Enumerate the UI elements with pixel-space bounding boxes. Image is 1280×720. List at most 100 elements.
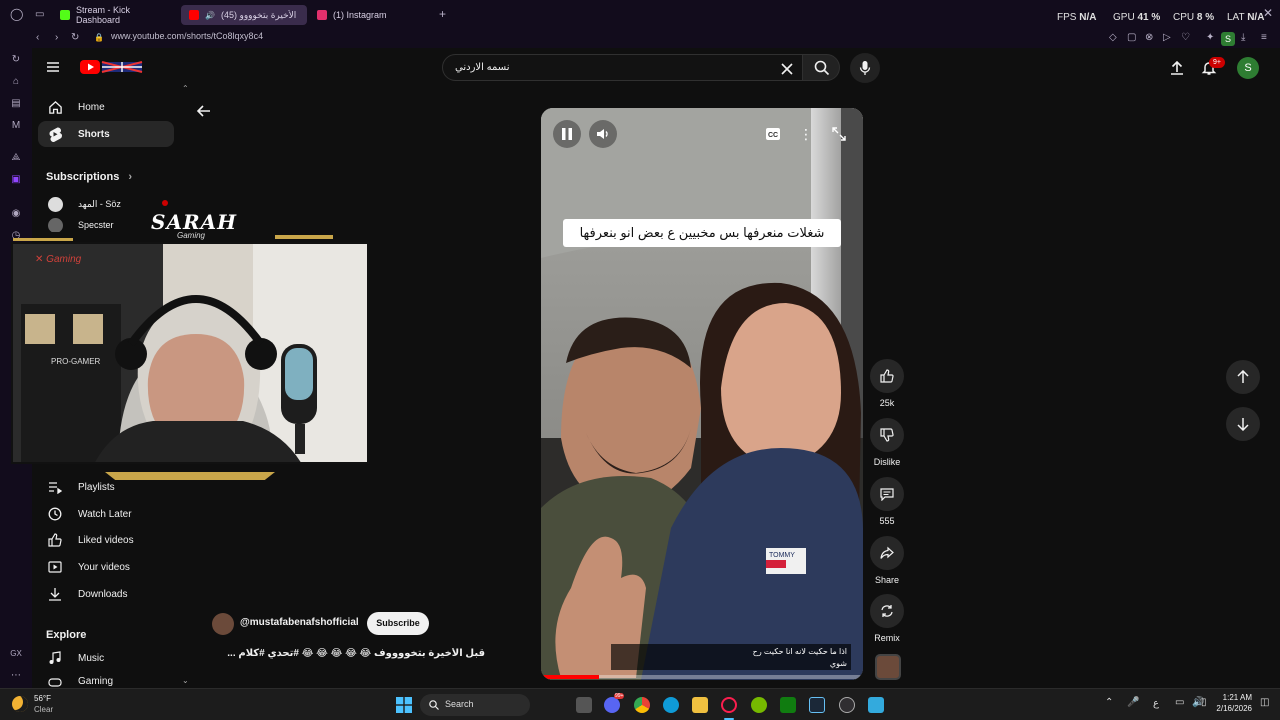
pinboard-icon[interactable]: ▤ xyxy=(10,98,22,110)
next-short-button[interactable] xyxy=(1226,407,1260,441)
m-icon[interactable]: M xyxy=(10,120,22,132)
new-tab-icon[interactable]: + xyxy=(439,8,446,20)
back-arrow-icon[interactable] xyxy=(196,103,212,119)
steam-icon[interactable] xyxy=(809,697,825,713)
player-icon[interactable]: ▷ xyxy=(1163,33,1171,43)
close-window-icon[interactable]: ✕ xyxy=(1263,7,1273,19)
like-button[interactable]: 25k xyxy=(870,359,904,408)
subscriptions-heading[interactable]: Subscriptions › xyxy=(46,171,132,183)
channel-name[interactable]: @mustafabenafshofficial xyxy=(240,617,359,628)
dislike-button[interactable]: Dislike xyxy=(870,418,904,467)
player-side-icon[interactable]: ◉ xyxy=(10,208,22,220)
short-title[interactable]: قبل الأخيرة بتخووووف 😂 😂 😂 😂 😂 #تحدي #كل… xyxy=(210,648,485,659)
aria-icon[interactable]: ⌂ xyxy=(10,76,22,88)
battery-icon[interactable]: ▯ xyxy=(1201,697,1207,708)
kick-side-icon[interactable]: ⟁ xyxy=(10,152,22,164)
chevron-down-icon[interactable]: ⌄ xyxy=(182,676,189,685)
adblock-icon[interactable]: ⊗ xyxy=(1145,33,1153,43)
tab-instagram[interactable]: (1) Instagram xyxy=(309,5,435,25)
sidebar-item-home[interactable]: Home xyxy=(38,94,174,120)
previous-short-button[interactable] xyxy=(1226,360,1260,394)
sidebar-item-shorts[interactable]: Shorts xyxy=(38,121,174,147)
opera-gx-icon[interactable] xyxy=(721,697,737,713)
notification-center-icon[interactable]: ◫ xyxy=(1260,697,1269,708)
taskbar-search[interactable]: Search xyxy=(420,694,530,716)
xbox-icon[interactable] xyxy=(780,697,796,713)
upload-icon[interactable] xyxy=(1169,60,1185,76)
hamburger-icon[interactable] xyxy=(46,60,60,74)
voice-search-button[interactable] xyxy=(850,53,880,83)
sound-thumbnail[interactable] xyxy=(875,654,901,680)
channel-avatar xyxy=(47,196,63,212)
sidebar-item-downloads[interactable]: Downloads xyxy=(38,581,174,607)
chevron-up-icon[interactable]: ⌃ xyxy=(182,84,189,93)
more-options-icon[interactable]: ⋮ xyxy=(799,124,813,144)
opera-logo-icon[interactable]: ◯ xyxy=(10,8,23,20)
menu-icon[interactable]: ≡ xyxy=(1261,33,1267,43)
twitch-icon[interactable]: ▣ xyxy=(10,174,22,186)
task-view-icon[interactable] xyxy=(576,697,592,713)
thumbs-down-icon xyxy=(880,428,894,442)
nvidia-icon[interactable] xyxy=(751,697,767,713)
frame-gold-top-left xyxy=(13,238,73,241)
youtube-logo-icon[interactable] xyxy=(80,59,144,75)
remix-button[interactable]: Remix xyxy=(870,594,904,643)
snapshot-icon[interactable]: ▢ xyxy=(1127,33,1136,43)
heart-icon[interactable]: ♡ xyxy=(1181,33,1190,43)
file-explorer-icon[interactable] xyxy=(692,697,708,713)
clear-search-icon[interactable] xyxy=(781,62,793,75)
workspaces-icon[interactable]: ▭ xyxy=(35,10,44,20)
gx-icon[interactable]: GX xyxy=(10,648,22,660)
mic-icon[interactable]: 🎤 xyxy=(1127,697,1139,708)
windows-start-icon[interactable] xyxy=(396,697,412,713)
address-bar[interactable]: www.youtube.com/shorts/tCo8lqxy8c4 xyxy=(111,31,263,41)
subscribe-button[interactable]: Subscribe xyxy=(367,612,429,635)
stream-logo: SARAH Gaming xyxy=(151,210,236,240)
sidebar-item-watch-later[interactable]: Watch Later xyxy=(38,501,174,527)
speaker-icon[interactable]: 🔊 xyxy=(205,11,215,20)
app-icon[interactable] xyxy=(868,697,884,713)
clock-time[interactable]: 1:21 AM xyxy=(1222,693,1252,702)
comments-button[interactable]: 555 xyxy=(870,477,904,526)
sidebar-item-label: Playlists xyxy=(78,481,115,493)
taskbar-search-label: Search xyxy=(445,699,474,709)
sidebar-item-your-videos[interactable]: Your videos xyxy=(38,554,174,580)
extension-icon[interactable]: ◇ xyxy=(1109,33,1117,43)
search-button[interactable] xyxy=(802,54,840,81)
weather-icon[interactable] xyxy=(12,696,28,712)
comment-icon xyxy=(880,488,894,501)
volume-button[interactable] xyxy=(589,120,617,148)
forward-icon[interactable]: › xyxy=(55,33,58,43)
sidebar-item-label: Shorts xyxy=(78,128,110,140)
sidebar-item-liked-videos[interactable]: Liked videos xyxy=(38,527,174,553)
progress-bar[interactable] xyxy=(541,675,863,679)
captions-button[interactable]: CC xyxy=(761,122,785,146)
more-side-icon[interactable]: ⋯ xyxy=(10,670,22,682)
profile-avatar[interactable]: S xyxy=(1221,32,1235,46)
discord-icon[interactable] xyxy=(604,697,620,713)
pause-button[interactable] xyxy=(553,120,581,148)
sidebar-item-gaming[interactable]: Gaming xyxy=(38,675,174,688)
account-avatar[interactable]: S xyxy=(1237,57,1259,79)
tray-chevron-icon[interactable]: ⌃ xyxy=(1105,697,1113,708)
download-icon[interactable]: ⤓ xyxy=(1241,33,1245,43)
obs-icon[interactable] xyxy=(839,697,855,713)
sidebar-item-music[interactable]: Music xyxy=(38,645,174,671)
shorts-player[interactable]: TOMMY CC ⋮ شغلات منعرفها بس مخبيين ع بعض… xyxy=(541,108,863,680)
weather-temp[interactable]: 56°F xyxy=(34,694,51,703)
chrome-icon[interactable] xyxy=(634,697,650,713)
network-icon[interactable]: ▭ xyxy=(1175,697,1184,708)
tab-kick-dashboard[interactable]: Stream - Kick Dashboard xyxy=(52,5,178,25)
back-icon[interactable]: ‹ xyxy=(36,33,39,43)
frame-gold-bottom xyxy=(105,472,275,480)
tab-youtube-short[interactable]: 🔊 (45) قبل الأخيرة بتخوووو xyxy=(181,5,307,25)
input-language[interactable]: ع xyxy=(1153,698,1159,709)
puzzle-icon[interactable]: ✦ xyxy=(1206,33,1214,43)
share-button[interactable]: Share xyxy=(870,536,904,585)
fullscreen-icon[interactable] xyxy=(832,127,846,141)
reload-icon[interactable]: ↻ xyxy=(71,33,79,43)
search-input[interactable]: نسمه الاردني xyxy=(442,54,812,81)
channel-avatar[interactable] xyxy=(212,613,234,635)
history-icon[interactable]: ↻ xyxy=(10,54,22,66)
edge-icon[interactable] xyxy=(663,697,679,713)
